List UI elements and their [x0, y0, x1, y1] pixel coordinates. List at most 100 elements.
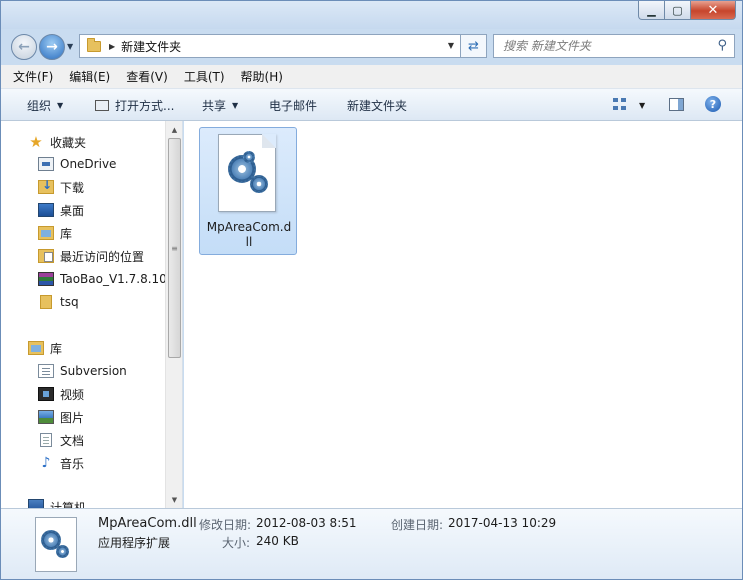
recent-places-icon — [38, 249, 54, 263]
forward-button[interactable]: → — [39, 34, 65, 60]
scroll-up-arrow-icon[interactable]: ▲ — [166, 121, 183, 138]
menu-file[interactable]: 文件(F) — [13, 68, 53, 85]
nav-label: TaoBao_V1.7.8.10_ — [60, 272, 165, 286]
nav-item-videos[interactable]: 视频 — [38, 383, 84, 405]
command-bar: 组织 ▼ 打开方式... 共享 ▼ 电子邮件 新建文件夹 ▼ ? — [1, 89, 742, 121]
nav-item-subversion[interactable]: Subversion — [38, 360, 127, 382]
file-name-label: MpAreaCom.d ll — [204, 220, 294, 250]
nav-label: 库 — [60, 226, 73, 241]
onedrive-icon — [38, 157, 54, 171]
scrollbar-thumb[interactable]: ≡ — [168, 138, 181, 358]
nav-favorites-header[interactable]: ★ 收藏夹 — [28, 131, 86, 153]
nav-label: 收藏夹 — [50, 135, 87, 150]
new-folder-button[interactable]: 新建文件夹 — [347, 97, 407, 114]
library-icon — [38, 226, 54, 240]
tiny-gear-icon — [243, 151, 255, 163]
organize-label: 组织 — [27, 99, 52, 113]
nav-label: 文档 — [60, 433, 85, 448]
nav-item-onedrive[interactable]: OneDrive — [38, 153, 116, 175]
details-file-type: 应用程序扩展 — [98, 536, 171, 550]
created-date-label: 创建日期: — [391, 518, 444, 532]
menu-help[interactable]: 帮助(H) — [241, 68, 283, 85]
small-gear-icon — [56, 545, 69, 558]
explorer-window: ▁ ▢ ✕ ← → ▼ ▶ 新建文件夹 ▼ ⇄ ⚲ 文件(F) 编辑(E) 查看… — [0, 0, 743, 580]
menu-edit[interactable]: 编辑(E) — [69, 68, 110, 85]
change-view-icon[interactable] — [613, 98, 627, 111]
nav-computer-header[interactable]: 计算机 — [28, 496, 86, 508]
chevron-right-icon[interactable]: ▶ — [109, 42, 115, 51]
recent-pages-dropdown[interactable]: ▼ — [67, 42, 73, 51]
address-path[interactable]: 新建文件夹 — [121, 38, 181, 55]
nav-item-music[interactable]: ♪ 音乐 — [38, 452, 84, 474]
folder-icon — [87, 37, 101, 52]
nav-libraries-header[interactable]: 库 — [28, 337, 62, 359]
organize-button[interactable]: 组织 ▼ — [27, 97, 63, 114]
modified-date-value: 2012-08-03 8:51 — [256, 516, 357, 530]
help-icon[interactable]: ? — [705, 96, 721, 112]
video-icon — [38, 387, 54, 401]
downloads-icon — [38, 178, 54, 194]
created-date-value: 2017-04-13 10:29 — [448, 516, 557, 530]
email-button[interactable]: 电子邮件 — [269, 97, 317, 114]
share-button[interactable]: 共享 ▼ — [202, 97, 238, 114]
email-label: 电子邮件 — [269, 99, 318, 113]
file-name-line-1: MpAreaCom.d — [206, 220, 292, 234]
computer-icon — [28, 499, 44, 508]
file-item-mpareacom[interactable]: MpAreaCom.d ll — [199, 127, 297, 255]
maximize-button[interactable]: ▢ — [665, 1, 691, 20]
nav-label: 音乐 — [60, 456, 85, 471]
share-label: 共享 — [202, 99, 227, 113]
nav-label: 最近访问的位置 — [60, 249, 145, 264]
address-bar[interactable]: ▶ 新建文件夹 ▼ — [79, 34, 461, 58]
details-filename: MpAreaCom.dll — [98, 516, 197, 531]
nav-label: 计算机 — [50, 501, 87, 508]
navigation-scrollbar[interactable]: ▲ ≡ ▼ — [165, 121, 182, 508]
scroll-down-arrow-icon[interactable]: ▼ — [166, 491, 183, 508]
small-gear-icon — [250, 175, 268, 193]
nav-item-pictures[interactable]: 图片 — [38, 406, 84, 428]
library-icon — [28, 341, 44, 355]
search-icon[interactable]: ⚲ — [717, 38, 727, 53]
search-box[interactable]: ⚲ — [493, 34, 735, 58]
nav-item-tsq[interactable]: tsq — [38, 291, 79, 313]
back-arrow-icon: ← — [18, 39, 30, 55]
refresh-icon: ⇄ — [468, 38, 479, 54]
folder-icon — [40, 295, 52, 309]
refresh-button[interactable]: ⇄ — [461, 34, 487, 58]
search-input[interactable] — [503, 39, 703, 53]
star-icon: ★ — [29, 133, 43, 151]
nav-label: 视频 — [60, 387, 85, 402]
open-with-icon — [95, 100, 109, 111]
view-options-dropdown[interactable]: ▼ — [639, 101, 645, 110]
size-value: 240 KB — [256, 534, 299, 548]
forward-arrow-icon: → — [46, 39, 58, 55]
menu-bar: 文件(F) 编辑(E) 查看(V) 工具(T) 帮助(H) — [1, 65, 742, 89]
nav-item-recent-places[interactable]: 最近访问的位置 — [38, 245, 144, 267]
winrar-archive-icon — [38, 272, 54, 286]
pictures-icon — [38, 410, 54, 424]
dll-gear-icon — [218, 134, 276, 212]
preview-pane-icon[interactable] — [669, 98, 684, 111]
nav-label: 桌面 — [60, 203, 85, 218]
nav-label: tsq — [60, 295, 79, 309]
minimize-button[interactable]: ▁ — [638, 1, 665, 20]
file-list-area[interactable]: MpAreaCom.d ll — [184, 121, 742, 508]
details-pane: MpAreaCom.dll 应用程序扩展 修改日期: 2012-08-03 8:… — [1, 508, 742, 579]
open-with-button[interactable]: 打开方式... — [95, 97, 174, 114]
nav-item-desktop[interactable]: 桌面 — [38, 199, 84, 221]
nav-item-libraries-shortcut[interactable]: 库 — [38, 222, 72, 244]
menu-tools[interactable]: 工具(T) — [184, 68, 225, 85]
address-dropdown-icon[interactable]: ▼ — [448, 41, 454, 50]
nav-label: Subversion — [60, 364, 127, 378]
nav-label: 库 — [50, 341, 63, 356]
back-button[interactable]: ← — [11, 34, 37, 60]
nav-label: OneDrive — [60, 157, 117, 171]
close-button[interactable]: ✕ — [691, 1, 736, 20]
nav-item-downloads[interactable]: 下载 — [38, 176, 84, 198]
open-with-label: 打开方式... — [115, 99, 175, 113]
desktop-icon — [38, 203, 54, 217]
subversion-icon — [38, 364, 54, 378]
nav-item-documents[interactable]: 文档 — [38, 429, 84, 451]
menu-view[interactable]: 查看(V) — [126, 68, 168, 85]
nav-item-taobao[interactable]: TaoBao_V1.7.8.10_ — [38, 268, 165, 290]
